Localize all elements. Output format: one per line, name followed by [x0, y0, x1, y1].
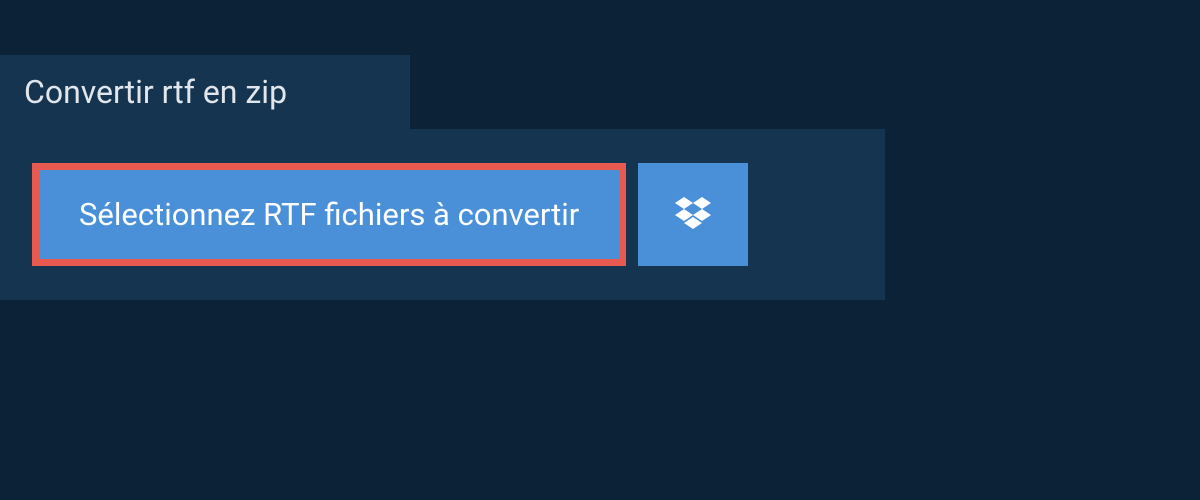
button-row: Sélectionnez RTF fichiers à convertir — [32, 163, 853, 266]
select-files-label: Sélectionnez RTF fichiers à convertir — [79, 196, 579, 233]
select-files-button[interactable]: Sélectionnez RTF fichiers à convertir — [32, 163, 626, 266]
upload-panel: Sélectionnez RTF fichiers à convertir — [0, 129, 885, 300]
dropbox-button[interactable] — [638, 163, 748, 266]
dropbox-icon — [675, 197, 711, 233]
tab-container: Convertir rtf en zip — [0, 55, 410, 129]
tab-title: Convertir rtf en zip — [24, 73, 386, 111]
page-container: Convertir rtf en zip Sélectionnez RTF fi… — [0, 0, 1200, 500]
